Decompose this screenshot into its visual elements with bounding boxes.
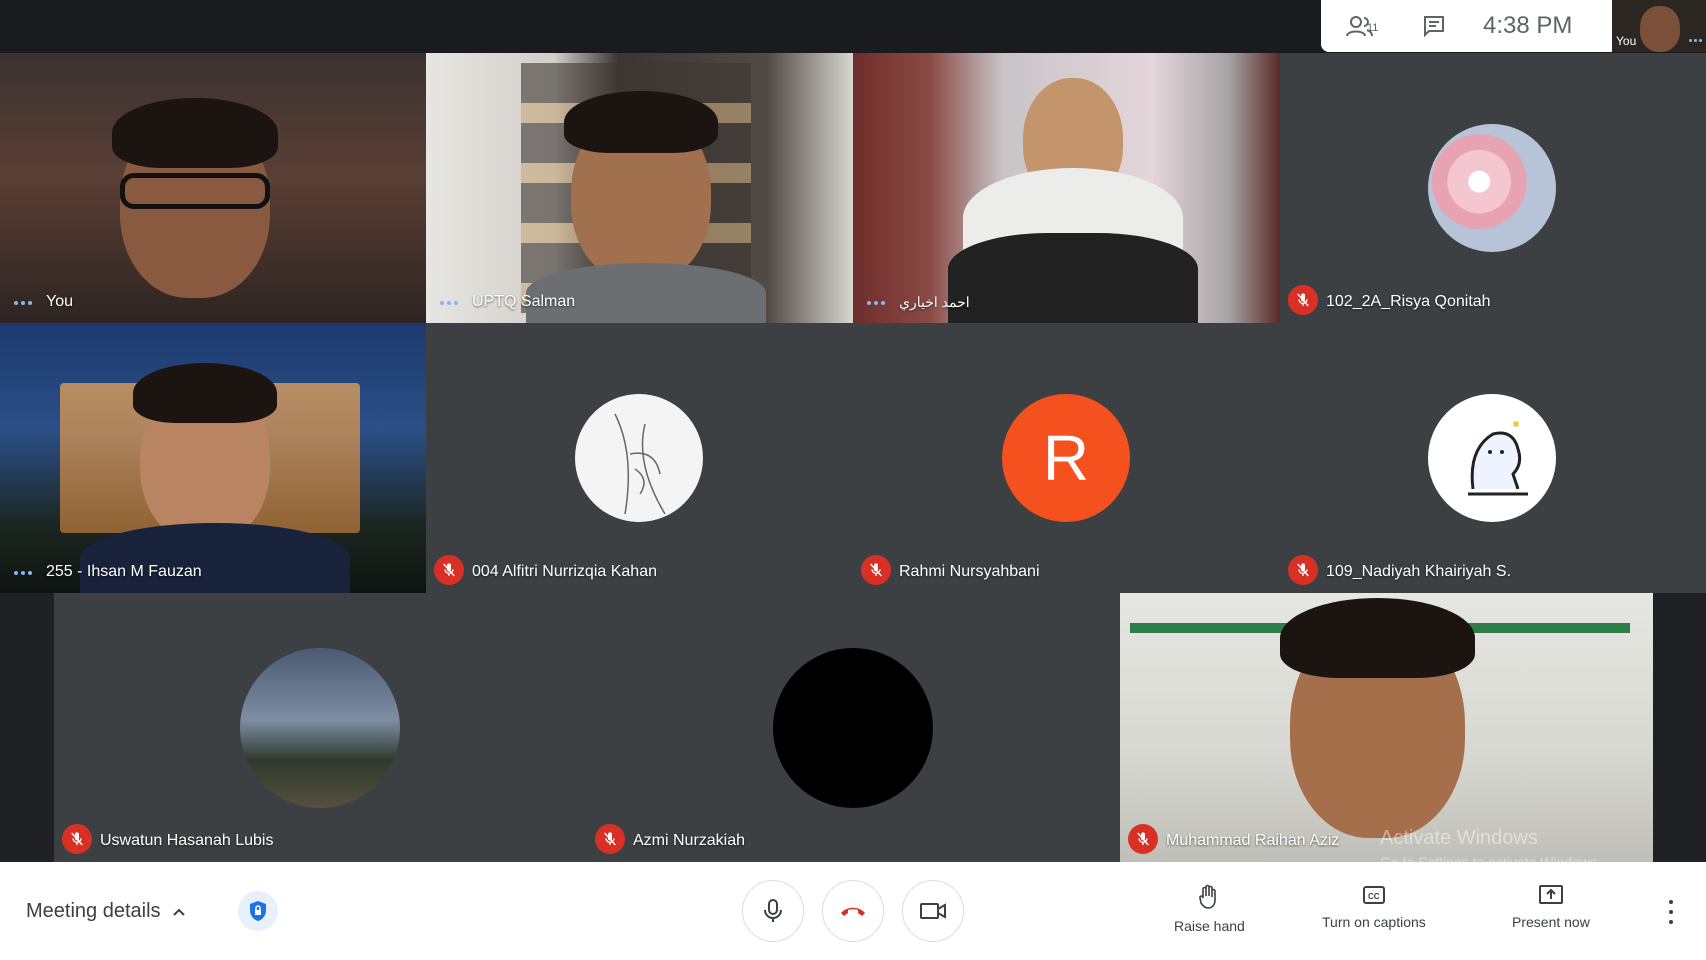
- participant-name: UPTQ Salman: [472, 293, 576, 310]
- participant-name: 255 - Ihsan M Fauzan: [46, 563, 202, 580]
- present-icon: [1538, 885, 1563, 904]
- camera-button[interactable]: [902, 880, 964, 942]
- participant-count: 11: [1367, 22, 1379, 34]
- shirt: [948, 233, 1198, 323]
- chevron-up-icon: [172, 908, 185, 916]
- mic-icon: [764, 899, 782, 922]
- more-options-icon[interactable]: [1665, 900, 1677, 924]
- self-label: You: [1616, 34, 1637, 48]
- participant-name: 004 Alfitri Nurrizqia Kahan: [472, 563, 657, 580]
- participant-name: You: [46, 293, 73, 310]
- participant-name: 109_Nadiyah Khairiyah S.: [1326, 563, 1512, 580]
- raise-hand-button[interactable]: Raise hand: [1174, 884, 1245, 934]
- tile-uptq-salman[interactable]: UPTQ Salman: [426, 53, 853, 323]
- shirt: [80, 523, 350, 593]
- watermark-title: Activate Windows: [1380, 827, 1538, 849]
- chat-icon: [1424, 16, 1444, 38]
- present-now-button[interactable]: Present now: [1512, 884, 1590, 930]
- self-view-thumbnail[interactable]: You: [1612, 0, 1706, 52]
- avatar-photo: [1428, 124, 1556, 252]
- tile-rahmi[interactable]: R Rahmi Nursyahbani: [853, 323, 1280, 593]
- more-dots-icon[interactable]: [14, 571, 32, 575]
- captions-button[interactable]: CC Turn on captions: [1322, 884, 1426, 930]
- avatar-dino: [1428, 394, 1556, 522]
- more-dots-icon[interactable]: [867, 301, 885, 305]
- participant-name: احمد اخياري: [899, 294, 970, 310]
- tile-risya[interactable]: 102_2A_Risya Qonitah: [1280, 53, 1706, 323]
- mic-button[interactable]: [742, 880, 804, 942]
- tile-nadiyah[interactable]: 109_Nadiyah Khairiyah S.: [1280, 323, 1706, 593]
- meeting-stage: You UPTQ Salman احمد اخياري 102_2A_Risya…: [0, 0, 1706, 862]
- present-label: Present now: [1512, 914, 1590, 930]
- meeting-details-button[interactable]: Meeting details: [26, 900, 187, 923]
- avatar-sketch: [575, 394, 703, 522]
- meeting-details-label: Meeting details: [26, 900, 161, 922]
- participant-name: Muhammad Raihan Aziz: [1166, 832, 1340, 849]
- more-dots-icon[interactable]: [440, 301, 458, 305]
- muted-mic-icon: [595, 824, 625, 854]
- more-dots-icon[interactable]: [1689, 39, 1702, 42]
- raise-hand-label: Raise hand: [1174, 918, 1245, 934]
- tile-ahmad[interactable]: احمد اخياري: [853, 53, 1280, 323]
- participant-name: 102_2A_Risya Qonitah: [1326, 293, 1491, 310]
- avatar-black: [773, 648, 933, 808]
- captions-icon: CC: [1362, 886, 1385, 904]
- tile-azmi[interactable]: Azmi Nurzakiah: [587, 593, 1120, 862]
- avatar-photo: [240, 648, 400, 808]
- participant-name: Azmi Nurzakiah: [633, 832, 746, 849]
- muted-mic-icon: [434, 555, 464, 585]
- participant-name: Rahmi Nursyahbani: [899, 563, 1040, 580]
- muted-mic-icon: [861, 555, 891, 585]
- shield-icon: [250, 901, 266, 921]
- clock: 4:38 PM: [1483, 12, 1573, 39]
- top-panel: 11 4:38 PM: [1321, 0, 1612, 52]
- glasses: [120, 173, 270, 209]
- avatar-initial: R: [1002, 394, 1130, 522]
- watermark-sub: Go to Settings to activate Windows.: [1380, 854, 1601, 862]
- tile-raihan[interactable]: Muhammad Raihan Aziz Activate Windows Go…: [1120, 593, 1653, 862]
- security-button[interactable]: [238, 891, 278, 931]
- people-button[interactable]: 11: [1321, 14, 1399, 38]
- svg-text:CC: CC: [1368, 892, 1380, 901]
- tile-ihsan[interactable]: 255 - Ihsan M Fauzan: [0, 323, 426, 593]
- muted-mic-icon: [1288, 285, 1318, 315]
- muted-mic-icon: [1288, 555, 1318, 585]
- camera-icon: [920, 903, 946, 919]
- hand-icon: [1199, 884, 1217, 909]
- tile-uswatun[interactable]: Uswatun Hasanah Lubis: [54, 593, 587, 862]
- muted-mic-icon: [1128, 824, 1158, 854]
- hangup-icon: [841, 907, 865, 916]
- participant-name: Uswatun Hasanah Lubis: [100, 832, 274, 849]
- more-dots-icon[interactable]: [14, 301, 32, 305]
- tile-you[interactable]: You: [0, 53, 426, 323]
- hangup-button[interactable]: [822, 880, 884, 942]
- muted-mic-icon: [62, 824, 92, 854]
- captions-label: Turn on captions: [1322, 914, 1426, 930]
- avatar-letter: R: [1042, 422, 1090, 494]
- tile-alfitri[interactable]: 004 Alfitri Nurrizqia Kahan: [426, 323, 853, 593]
- chat-button[interactable]: [1399, 14, 1469, 38]
